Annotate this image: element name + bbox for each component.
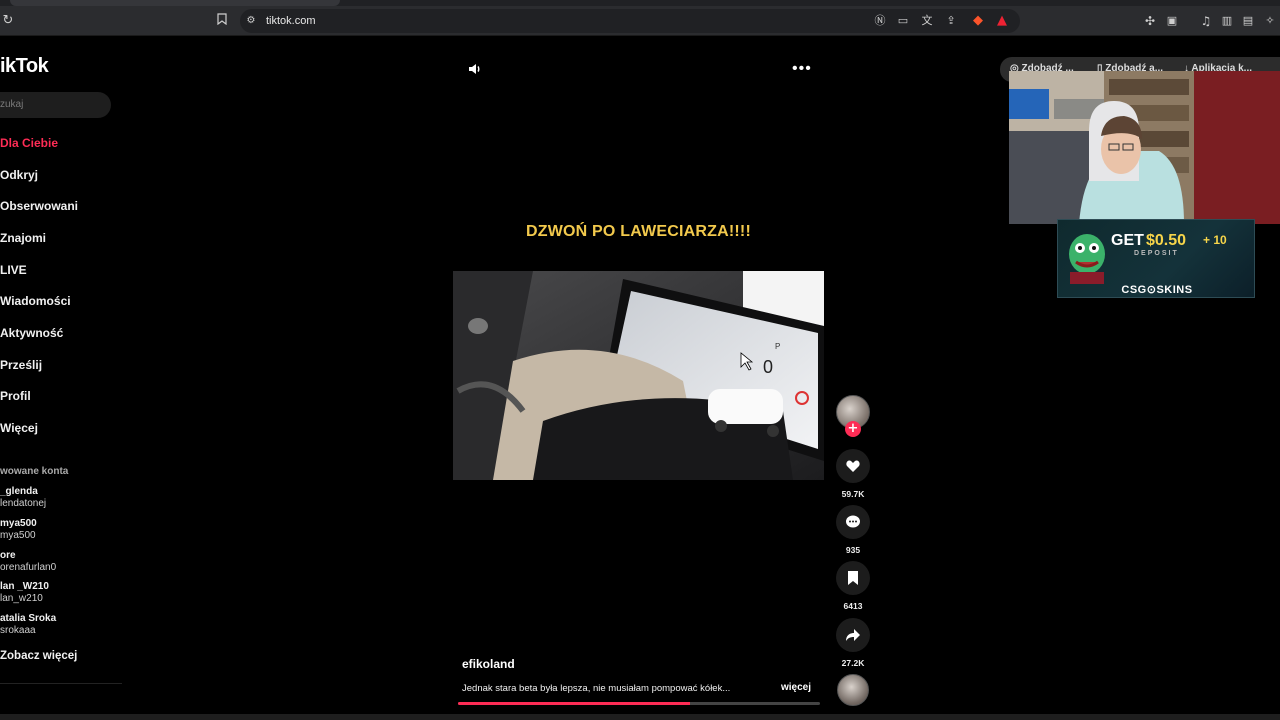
- comment-icon: [846, 515, 860, 528]
- csgo-skins-ad[interactable]: GET $0.50 + 10 DEPOSIT CSG⊙SKINS: [1057, 219, 1255, 298]
- wallet-icon[interactable]: ▤: [1240, 13, 1256, 29]
- share-icon[interactable]: ⇪: [943, 13, 959, 29]
- nav-friends[interactable]: Znajomi: [0, 231, 46, 245]
- site-info-icon[interactable]: ⚙: [243, 13, 259, 29]
- mascot-icon: [1069, 234, 1105, 284]
- ad-amount: $0.50: [1146, 232, 1187, 249]
- bottom-edge: [0, 714, 1280, 720]
- video-player[interactable]: 0 P: [453, 271, 824, 480]
- browser-toolbar: ↻ ⚙ tiktok.com Ⓝ ▭ 文 ⇪ ◆ ▲ ✣ ▣ ♫ ▥ ▤ ✧: [0, 6, 1280, 36]
- search-placeholder: zukaj: [0, 99, 24, 110]
- dashboard-gear: P: [775, 342, 780, 351]
- account-handle: lan_w210: [0, 593, 43, 604]
- streamer-webcam-image: [1009, 71, 1280, 224]
- follow-plus-icon[interactable]: +: [845, 421, 861, 437]
- nav-explore[interactable]: Odkryj: [0, 168, 38, 182]
- followed-accounts-title: wowane konta: [0, 466, 69, 477]
- video-description: Jednak stara beta była lepsza, nie musia…: [462, 683, 731, 694]
- nav-profile[interactable]: Profil: [0, 389, 31, 403]
- save-count: 6413: [843, 601, 863, 611]
- nav-for-you[interactable]: Dla Ciebie: [0, 136, 58, 150]
- brave-icon[interactable]: ◆: [970, 13, 986, 29]
- bookmark-icon[interactable]: [214, 13, 230, 29]
- translate-icon[interactable]: 文: [919, 13, 935, 29]
- nav-live[interactable]: LIVE: [0, 263, 27, 277]
- account-item[interactable]: _glenda lendatonej: [0, 486, 46, 510]
- dashboard-speed: 0: [763, 357, 773, 377]
- sidebar-icon[interactable]: ▥: [1219, 13, 1235, 29]
- tiktok-logo[interactable]: ikTok: [0, 55, 49, 78]
- cast-icon[interactable]: ▭: [895, 13, 911, 29]
- video-progress-fill: [458, 702, 690, 705]
- account-handle: orenafurlan0: [0, 562, 57, 573]
- nav-more[interactable]: Więcej: [0, 421, 38, 435]
- account-handle: srokaaa: [0, 625, 36, 636]
- account-item[interactable]: ore orenafurlan0: [0, 550, 56, 574]
- account-name: mya500: [0, 518, 37, 529]
- account-item[interactable]: mya500 mya500: [0, 518, 37, 542]
- account-name: atalia Sroka: [0, 613, 57, 624]
- ad-deposit-text: DEPOSIT: [1134, 250, 1179, 257]
- like-count: 59.7K: [841, 489, 865, 499]
- video-caption: DZWOŃ PO LAWECIARZA!!!!: [525, 223, 751, 240]
- nav-activity[interactable]: Aktywność: [0, 326, 63, 340]
- bookmark-icon: [848, 571, 858, 585]
- account-item[interactable]: atalia Sroka srokaaa: [0, 613, 56, 637]
- leo-icon[interactable]: ✧: [1262, 13, 1278, 29]
- account-name: ore: [0, 550, 16, 561]
- ad-plus: + 10: [1203, 233, 1227, 247]
- see-more-link[interactable]: Zobacz więcej: [0, 650, 77, 662]
- video-progress-bar[interactable]: [458, 702, 820, 705]
- share-arrow-icon: [846, 629, 860, 641]
- alert-icon[interactable]: ▲: [994, 13, 1010, 29]
- sound-avatar[interactable]: [837, 674, 869, 706]
- account-name: _glenda: [0, 486, 38, 497]
- reload-icon[interactable]: ↻: [0, 13, 16, 29]
- more-options-icon[interactable]: •••: [792, 60, 812, 78]
- car-dashboard-image: 0 P: [453, 271, 824, 480]
- more-link[interactable]: więcej: [781, 682, 811, 693]
- account-item[interactable]: lan _W210 lan_w210: [0, 581, 49, 605]
- comment-count: 935: [845, 545, 861, 555]
- webcam-overlay: [1009, 71, 1280, 224]
- video-author[interactable]: efikoland: [462, 657, 515, 671]
- tab-search-icon[interactable]: ▣: [1164, 13, 1180, 29]
- no-sound-icon[interactable]: Ⓝ: [872, 13, 888, 29]
- music-icon[interactable]: ♫: [1198, 13, 1214, 29]
- nav-following[interactable]: Obserwowani: [0, 199, 78, 213]
- nav-upload[interactable]: Prześlij: [0, 358, 42, 372]
- like-button[interactable]: [836, 449, 870, 483]
- ad-get-text: GET: [1111, 232, 1144, 249]
- nav-messages[interactable]: Wiadomości: [0, 294, 71, 308]
- account-name: lan _W210: [0, 581, 49, 592]
- ad-brand: CSG⊙SKINS: [1121, 284, 1193, 296]
- share-count: 27.2K: [841, 658, 865, 668]
- save-button[interactable]: [836, 561, 870, 595]
- url-text[interactable]: tiktok.com: [266, 9, 316, 33]
- account-handle: mya500: [0, 530, 36, 541]
- share-button[interactable]: [836, 618, 870, 652]
- extensions-icon[interactable]: ✣: [1142, 13, 1158, 29]
- sidebar-divider: [0, 683, 122, 684]
- heart-icon: [846, 460, 860, 472]
- comment-button[interactable]: [836, 505, 870, 539]
- volume-icon[interactable]: [467, 61, 483, 77]
- account-handle: lendatonej: [0, 498, 47, 509]
